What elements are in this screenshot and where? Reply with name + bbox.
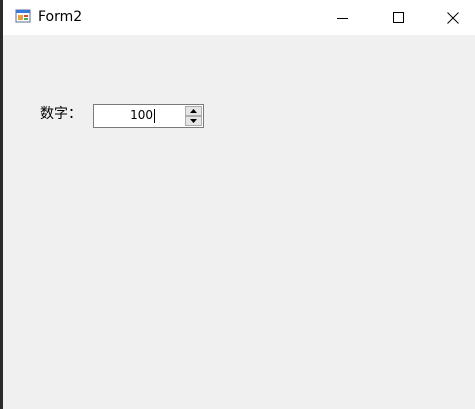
spin-buttons <box>185 106 202 126</box>
maximize-icon <box>393 11 404 23</box>
form-client-area: 数字： 100 <box>3 35 475 409</box>
form-app-icon[interactable] <box>15 8 31 24</box>
text-caret <box>154 109 155 123</box>
number-input[interactable]: 100 <box>94 105 153 127</box>
close-button[interactable] <box>430 0 475 35</box>
window-title: Form2 <box>38 9 83 25</box>
title-bar[interactable]: Form2 <box>3 0 475 35</box>
form2-window: Form2 数字： 100 <box>3 0 475 409</box>
arrow-down-icon <box>190 119 197 123</box>
spin-down-button[interactable] <box>185 116 202 126</box>
minimize-icon <box>337 17 348 19</box>
number-label: 数字： <box>40 106 82 122</box>
maximize-button[interactable] <box>376 0 422 35</box>
minimize-button[interactable] <box>320 0 366 35</box>
close-icon <box>447 11 459 24</box>
arrow-up-icon <box>190 109 197 113</box>
number-stepper[interactable]: 100 <box>93 104 204 128</box>
spin-up-button[interactable] <box>185 106 202 116</box>
